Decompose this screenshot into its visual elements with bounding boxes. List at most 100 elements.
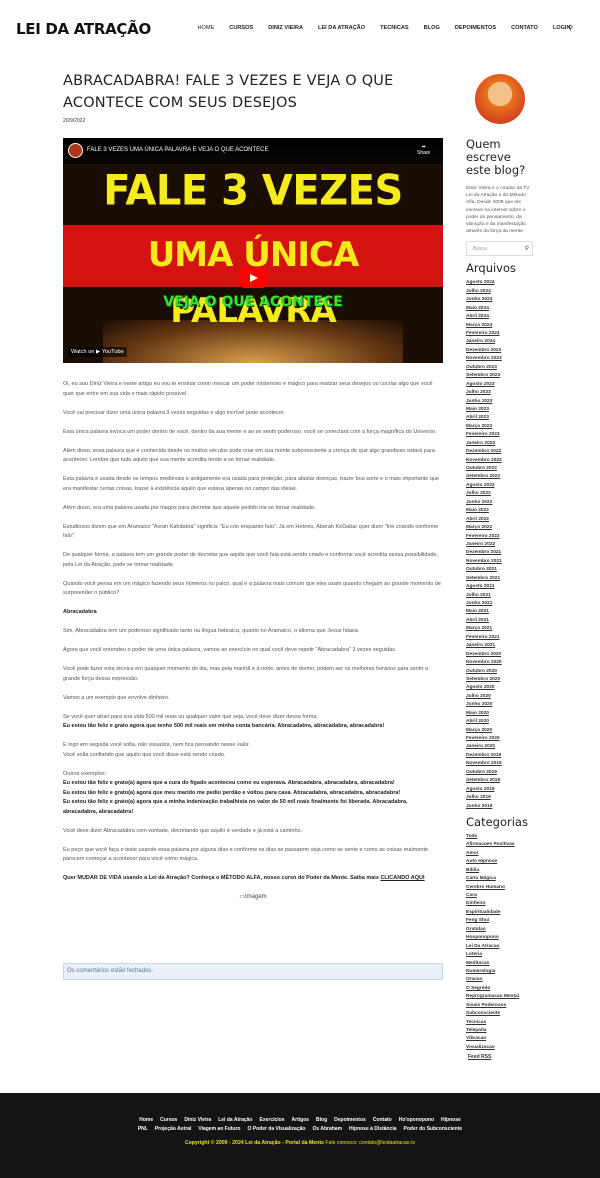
search-input[interactable]: Busca ⚲ [466,241,533,257]
category-link[interactable]: Cerebro Humano [466,884,536,892]
archive-link[interactable]: Junho 2024 [466,296,536,304]
watch-on-youtube-button[interactable]: Watch on ▶ YouTube [68,347,127,357]
nav-item[interactable]: BLOG [424,25,440,31]
archive-link[interactable]: Julho 2020 [466,693,536,701]
category-link[interactable]: Gratidao [466,926,536,934]
footer-link[interactable]: Home [139,1117,153,1123]
footer-link[interactable]: Blog [316,1117,327,1123]
archive-link[interactable]: Maio 2020 [466,710,536,718]
footer-link[interactable]: O Poder da Visualização [247,1126,305,1132]
archive-link[interactable]: Março 2022 [466,524,536,532]
footer-link[interactable]: Poder do Subconsciente [404,1126,463,1132]
category-link[interactable]: Bíblia [466,867,536,875]
archive-link[interactable]: Agosto 2023 [466,381,536,389]
category-link[interactable]: Carta Mágica [466,875,536,883]
nav-item[interactable]: CONTATO [511,25,538,31]
archive-link[interactable]: Outubro 2020 [466,668,536,676]
archive-link[interactable]: Maio 2023 [466,406,536,414]
archive-link[interactable]: Outubro 2022 [466,465,536,473]
archive-link[interactable]: Maio 2024 [466,305,536,313]
archive-link[interactable]: Março 2021 [466,625,536,633]
archive-link[interactable]: Novembro 2022 [466,457,536,465]
archive-link[interactable]: Junho 2022 [466,499,536,507]
nav-item[interactable]: DINIZ VIEIRA [268,25,303,31]
category-link[interactable]: Vibracao [466,1035,536,1043]
archive-link[interactable]: Setembro 2021 [466,575,536,583]
archive-link[interactable]: Março 2020 [466,727,536,735]
nav-item[interactable]: LEI DA ATRAÇÃO [318,25,365,31]
archive-link[interactable]: Junho 2023 [466,398,536,406]
archive-link[interactable]: Agosto 2021 [466,583,536,591]
category-link[interactable]: Auto Hipnose [466,858,536,866]
category-link[interactable]: Telepatia [466,1027,536,1035]
archive-link[interactable]: Dezembro 2021 [466,549,536,557]
category-link[interactable]: Tudo [466,833,536,841]
category-link[interactable]: O Segredo [466,985,536,993]
play-button[interactable] [239,268,267,288]
archive-link[interactable]: Julho 2022 [466,490,536,498]
category-link[interactable]: Visualizacao [466,1044,536,1052]
archive-link[interactable]: Janeiro 2022 [466,541,536,549]
archive-link[interactable]: Janeiro 2021 [466,642,536,650]
archive-link[interactable]: Julho 2024 [466,288,536,296]
archive-link[interactable]: Abril 2023 [466,414,536,422]
search-icon[interactable]: ⚲ [525,245,529,252]
category-link[interactable]: Subconsciente [466,1010,536,1018]
archive-link[interactable]: Janeiro 2020 [466,743,536,751]
footer-link[interactable]: PNL [138,1126,148,1132]
category-link[interactable]: Loteria [466,951,536,959]
archive-link[interactable]: Dezembro 2019 [466,752,536,760]
search-icon[interactable]: ⚲ [568,24,573,32]
category-link[interactable]: Dinheiro [466,900,536,908]
archive-link[interactable]: Agosto 2024 [466,279,536,287]
archive-link[interactable]: Julho 2021 [466,592,536,600]
nav-item[interactable]: TECNICAS [380,25,409,31]
youtube-embed[interactable]: FALE 3 VEZES UMA ÚNICA PALAVRA E VEJA O … [63,138,443,363]
category-link[interactable]: Feng Shui [466,917,536,925]
footer-link[interactable]: Ho'oponopono [399,1117,434,1123]
archive-link[interactable]: Março 2023 [466,423,536,431]
archive-link[interactable]: Junho 2019 [466,803,536,811]
archive-link[interactable]: Setembro 2022 [466,473,536,481]
channel-avatar[interactable] [68,143,83,158]
category-link[interactable]: Cura [466,892,536,900]
archive-link[interactable]: Fevereiro 2024 [466,330,536,338]
share-button[interactable]: ➦ Share [417,144,430,156]
archive-link[interactable]: Agosto 2022 [466,482,536,490]
category-link[interactable]: Sinais Poderosos [466,1002,536,1010]
archive-link[interactable]: Abril 2024 [466,313,536,321]
archive-link[interactable]: Outubro 2019 [466,769,536,777]
archive-link[interactable]: Fevereiro 2022 [466,533,536,541]
archive-link[interactable]: Fevereiro 2023 [466,431,536,439]
archive-link[interactable]: Agosto 2020 [466,684,536,692]
archive-link[interactable]: Fevereiro 2020 [466,735,536,743]
cta-link[interactable]: CLICANDO AQUI [380,875,424,881]
footer-link[interactable]: Artigos [292,1117,310,1123]
archive-link[interactable]: Maio 2022 [466,507,536,515]
feed-rss-link[interactable]: Feed RSS [466,1054,536,1060]
footer-link[interactable]: Exercícios [260,1117,285,1123]
archive-link[interactable]: Novembro 2023 [466,355,536,363]
archive-link[interactable]: Abril 2021 [466,617,536,625]
archive-link[interactable]: Dezembro 2023 [466,347,536,355]
archive-link[interactable]: Novembro 2021 [466,558,536,566]
footer-link[interactable]: Os Abraham [312,1126,342,1132]
archive-link[interactable]: Outubro 2023 [466,364,536,372]
archive-link[interactable]: Setembro 2023 [466,372,536,380]
archive-link[interactable]: Junho 2020 [466,701,536,709]
category-link[interactable]: Meditacao [466,960,536,968]
category-link[interactable]: Hooponopono [466,934,536,942]
archive-link[interactable]: Abril 2022 [466,516,536,524]
category-link[interactable]: Reprogramacao Mental [466,993,536,1001]
archive-link[interactable]: Março 2024 [466,322,536,330]
footer-link[interactable]: Viagem ao Futuro [198,1126,240,1132]
nav-item[interactable]: CURSOS [229,25,253,31]
archive-link[interactable]: Dezembro 2020 [466,651,536,659]
video-title[interactable]: FALE 3 VEZES UMA ÚNICA PALAVRA E VEJA O … [87,147,269,153]
category-link[interactable]: Afirmacoes Positivas [466,841,536,849]
site-logo[interactable]: LEI DA ATRAÇÃO [16,20,151,38]
archive-link[interactable]: Novembro 2019 [466,760,536,768]
archive-link[interactable]: Julho 2023 [466,389,536,397]
archive-link[interactable]: Agosto 2019 [466,786,536,794]
archive-link[interactable]: Janeiro 2024 [466,338,536,346]
